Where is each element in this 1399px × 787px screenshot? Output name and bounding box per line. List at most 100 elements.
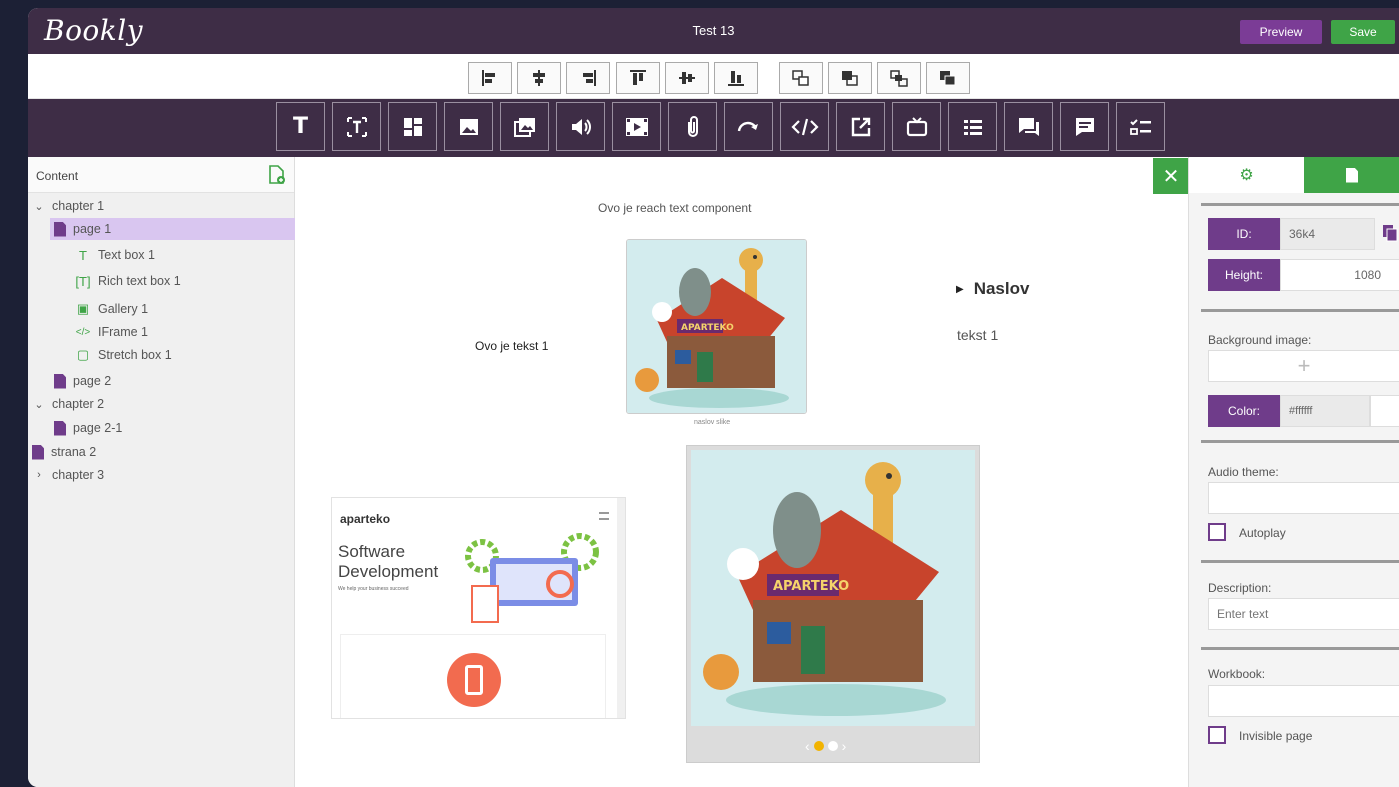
align-center-horizontal-button[interactable]: [517, 62, 561, 94]
tree-gallery-1[interactable]: ▣ Gallery 1: [75, 298, 148, 320]
gallery-dot-active[interactable]: [813, 741, 824, 751]
tree-chapter-2[interactable]: ⌄ chapter 2: [32, 393, 104, 415]
color-field[interactable]: #ffffff: [1280, 395, 1370, 427]
tab-page[interactable]: [1304, 157, 1399, 193]
stretch-box-icon: [906, 116, 927, 136]
rich-text-icon: [346, 116, 367, 137]
send-to-back-button[interactable]: [926, 62, 970, 94]
chevron-right-icon[interactable]: ›: [842, 738, 847, 754]
description-input[interactable]: [1208, 598, 1399, 630]
align-center-icon: [533, 70, 545, 86]
add-layout-button[interactable]: [388, 102, 437, 151]
workbook-field[interactable]: [1208, 685, 1399, 717]
send-to-back-icon: [940, 71, 956, 86]
add-redirect-button[interactable]: [724, 102, 773, 151]
text-box-component[interactable]: Ovo je tekst 1: [475, 339, 548, 353]
image-sign-text: APARTEKO: [681, 323, 734, 333]
align-left-button[interactable]: [468, 62, 512, 94]
mobile-icon: [447, 653, 501, 707]
page-icon: [32, 444, 44, 460]
autoplay-label: Autoplay: [1239, 526, 1286, 540]
close-properties-button[interactable]: ✕: [1153, 158, 1189, 194]
add-checklist-button[interactable]: [1116, 102, 1165, 151]
text-icon: T: [292, 114, 308, 139]
tree-chapter-3[interactable]: › chapter 3: [32, 464, 104, 486]
add-comment-button[interactable]: [1060, 102, 1109, 151]
preview-button[interactable]: Preview: [1240, 20, 1322, 44]
accordion-header[interactable]: ▶ Naslov: [956, 279, 1029, 299]
add-iframe-button[interactable]: [780, 102, 829, 151]
tree-page-2[interactable]: page 2: [54, 370, 111, 392]
accordion-content: tekst 1: [957, 327, 999, 343]
copy-icon[interactable]: [1382, 224, 1398, 242]
add-dialog-button[interactable]: [1004, 102, 1053, 151]
add-attachment-button[interactable]: [668, 102, 717, 151]
tree-page-2-1[interactable]: page 2-1: [54, 417, 122, 439]
caret-right-icon: ▶: [956, 283, 964, 295]
audio-theme-field[interactable]: [1208, 482, 1399, 514]
chevron-left-icon[interactable]: ‹: [805, 738, 810, 754]
iframe-component[interactable]: aparteko Software Development We help yo…: [331, 497, 626, 719]
invisible-page-checkbox[interactable]: [1208, 726, 1226, 744]
audio-theme-label: Audio theme:: [1208, 465, 1279, 479]
tree-iframe-1[interactable]: </> IFrame 1: [75, 321, 148, 343]
add-list-button[interactable]: [948, 102, 997, 151]
align-right-button[interactable]: [566, 62, 610, 94]
bring-to-front-button[interactable]: [877, 62, 921, 94]
tree-chapter-1[interactable]: ⌄ chapter 1: [32, 195, 104, 217]
add-rich-text-button[interactable]: [332, 102, 381, 151]
close-icon: ✕: [1162, 165, 1180, 188]
add-text-button[interactable]: T: [276, 102, 325, 151]
redirect-icon: [737, 121, 758, 131]
add-external-link-button[interactable]: [836, 102, 885, 151]
layout-icon: [403, 117, 422, 136]
background-image-picker[interactable]: +: [1208, 350, 1399, 382]
sidebar-header: Content: [28, 157, 294, 193]
align-middle-icon: [679, 72, 695, 84]
align-top-icon: [630, 70, 646, 85]
align-middle-button[interactable]: [665, 62, 709, 94]
gallery-component[interactable]: APARTEKO ‹ ›: [686, 445, 980, 763]
page-icon: [1346, 167, 1358, 183]
add-stretch-box-button[interactable]: [892, 102, 941, 151]
image-icon: [459, 118, 478, 135]
send-backward-icon: [842, 71, 858, 86]
color-label: Color:: [1208, 395, 1280, 427]
audio-icon: [571, 118, 591, 135]
send-backward-button[interactable]: [828, 62, 872, 94]
gallery-dot[interactable]: [827, 741, 838, 751]
id-field[interactable]: 36k4: [1280, 218, 1375, 250]
align-top-button[interactable]: [616, 62, 660, 94]
color-swatch[interactable]: [1370, 395, 1399, 427]
sidebar-title: Content: [36, 169, 79, 183]
add-video-button[interactable]: [612, 102, 661, 151]
add-page-icon[interactable]: [268, 165, 286, 185]
page-icon: [54, 221, 66, 237]
component-toolbar: T: [28, 99, 1399, 157]
tree-text-box-1[interactable]: T Text box 1: [75, 244, 155, 266]
height-field[interactable]: 1080: [1280, 259, 1399, 291]
align-bottom-button[interactable]: [714, 62, 758, 94]
rich-text-component[interactable]: Ovo je reach text component: [598, 201, 751, 215]
plus-icon: +: [1297, 353, 1311, 378]
paperclip-icon: [687, 115, 698, 137]
save-button[interactable]: Save: [1331, 20, 1395, 44]
add-image-button[interactable]: [444, 102, 493, 151]
add-gallery-button[interactable]: [500, 102, 549, 151]
tab-settings[interactable]: ⚙: [1189, 157, 1304, 193]
add-audio-button[interactable]: [556, 102, 605, 151]
code-icon: [790, 118, 819, 135]
tree-rich-text-box-1[interactable]: [T] Rich text box 1: [75, 270, 180, 292]
image-component[interactable]: APARTEKO: [626, 239, 807, 414]
tree-strana-2[interactable]: strana 2: [32, 441, 96, 463]
page-icon: [54, 420, 66, 436]
autoplay-checkbox[interactable]: [1208, 523, 1226, 541]
bring-forward-button[interactable]: [779, 62, 823, 94]
section-divider: [1201, 560, 1399, 563]
bring-to-front-icon: [890, 70, 908, 87]
iframe-brand: aparteko: [340, 512, 391, 526]
iframe-scrollbar[interactable]: [617, 498, 625, 718]
tree-stretch-box-1[interactable]: ▢ Stretch box 1: [75, 344, 172, 366]
tree-page-1[interactable]: page 1: [50, 218, 295, 240]
list-icon: [963, 119, 982, 135]
